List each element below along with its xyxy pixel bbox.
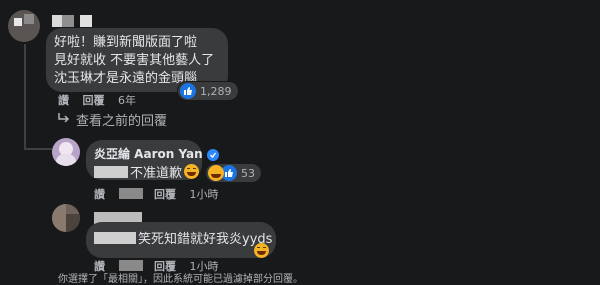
reply-actions: 讚 回覆 1小時 bbox=[94, 186, 229, 202]
author-name-text: 炎亞綸 Aaron Yan bbox=[94, 147, 203, 161]
reply-bubble: 炎亞綸 Aaron Yan 不准道歉 bbox=[86, 140, 219, 181]
filter-notice: 你選擇了「最相關」，因此系統可能已過濾掉部分回覆。 bbox=[58, 274, 303, 285]
reaction-badge[interactable]: 1,289 bbox=[178, 82, 238, 100]
mentioned-name-redacted[interactable] bbox=[94, 165, 128, 178]
timestamp[interactable]: 1小時 bbox=[190, 188, 219, 201]
like-icon bbox=[180, 83, 196, 99]
avatar[interactable] bbox=[8, 10, 40, 42]
reply-link[interactable]: 回覆 bbox=[154, 188, 176, 201]
reaction-count: 1,289 bbox=[200, 84, 232, 98]
redacted-block bbox=[118, 188, 143, 199]
mentioned-name-redacted[interactable] bbox=[94, 231, 136, 244]
comment-line: 好啦！賺到新聞版面了啦 bbox=[54, 35, 198, 50]
reaction-badge[interactable]: 53 bbox=[206, 164, 261, 182]
view-previous-label: 查看之前的回覆 bbox=[76, 114, 168, 129]
reply-text: 笑死知錯就好我炎yyds bbox=[138, 232, 273, 247]
view-previous-replies[interactable]: 查看之前的回覆 bbox=[58, 110, 167, 129]
comment-text: 好啦！賺到新聞版面了啦 見好就收 不要害其他藝人了 沈玉琳才是永遠的金頭腦 bbox=[54, 34, 214, 88]
comment-actions: 讚 回覆 6年 bbox=[58, 92, 146, 108]
thread-line bbox=[24, 44, 26, 149]
reaction-count: 53 bbox=[241, 166, 255, 180]
timestamp[interactable]: 6年 bbox=[118, 94, 136, 107]
like-link[interactable]: 讚 bbox=[58, 94, 69, 107]
verified-badge-icon bbox=[206, 149, 219, 161]
haha-reaction-icon bbox=[208, 165, 224, 181]
thread-line bbox=[24, 148, 52, 150]
laughing-emoji-icon bbox=[254, 243, 269, 258]
reply-text: 不准道歉 bbox=[130, 166, 183, 181]
reply-arrow-icon bbox=[58, 112, 70, 127]
reply-link[interactable]: 回覆 bbox=[83, 94, 105, 107]
reply-bubble: 笑死知錯就好我炎yyds bbox=[86, 208, 276, 260]
comment-line: 見好就收 不要害其他藝人了 bbox=[54, 53, 215, 68]
author-name[interactable]: 炎亞綸 Aaron Yan bbox=[94, 145, 219, 162]
author-name-redacted[interactable] bbox=[52, 12, 92, 27]
avatar[interactable] bbox=[52, 138, 80, 166]
like-link[interactable]: 讚 bbox=[94, 188, 105, 201]
laughing-emoji-icon bbox=[184, 164, 200, 179]
avatar[interactable] bbox=[52, 204, 80, 232]
